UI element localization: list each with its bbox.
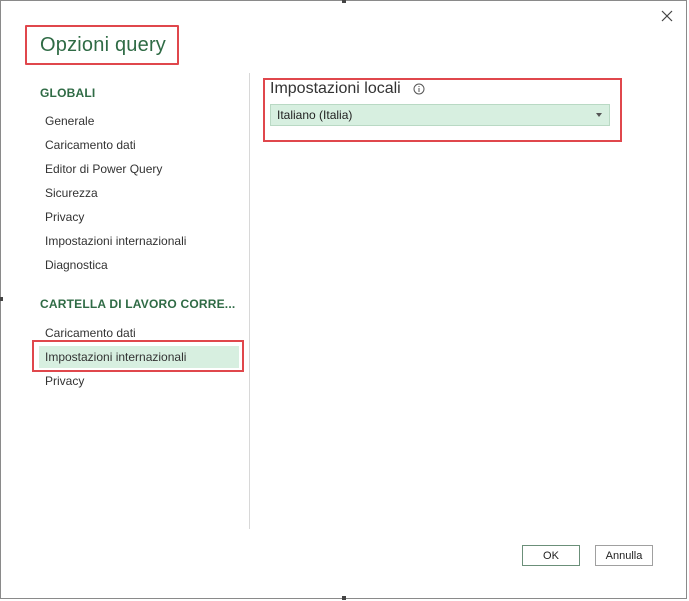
info-icon[interactable] [413, 83, 425, 95]
dialog-title: Opzioni query [40, 34, 166, 56]
section-header-global: GLOBALI [40, 86, 96, 100]
ok-button[interactable]: OK [522, 545, 580, 566]
nav-item-caricamento-dati[interactable]: Caricamento dati [39, 134, 239, 156]
resize-handle-left[interactable] [0, 297, 3, 301]
nav-item-privacy[interactable]: Privacy [39, 206, 239, 228]
resize-handle-bottom[interactable] [342, 596, 346, 600]
locale-select[interactable]: Italiano (Italia) [270, 104, 610, 126]
nav-item-sicurezza[interactable]: Sicurezza [39, 182, 239, 204]
section-header-workbook: CARTELLA DI LAVORO CORRE... [40, 297, 236, 311]
query-options-dialog: Opzioni query GLOBALI Generale Caricamen… [0, 0, 687, 600]
nav-item-diagnostica[interactable]: Diagnostica [39, 254, 239, 276]
nav-item-impostazioni-internazionali[interactable]: Impostazioni internazionali [39, 230, 239, 252]
nav-item-generale[interactable]: Generale [39, 110, 239, 132]
close-button[interactable] [658, 7, 676, 25]
chevron-down-icon [596, 113, 602, 117]
nav-item-workbook-caricamento-dati[interactable]: Caricamento dati [39, 322, 239, 344]
nav-divider [249, 73, 250, 529]
nav-item-workbook-privacy[interactable]: Privacy [39, 370, 239, 392]
resize-handle-top[interactable] [342, 0, 346, 3]
locale-label: Impostazioni locali [270, 80, 401, 97]
cancel-button[interactable]: Annulla [595, 545, 653, 566]
locale-select-value: Italiano (Italia) [277, 108, 353, 122]
close-icon [661, 10, 673, 22]
nav-item-workbook-impostazioni-internazionali[interactable]: Impostazioni internazionali [39, 346, 239, 368]
nav-item-editor-power-query[interactable]: Editor di Power Query [39, 158, 239, 180]
